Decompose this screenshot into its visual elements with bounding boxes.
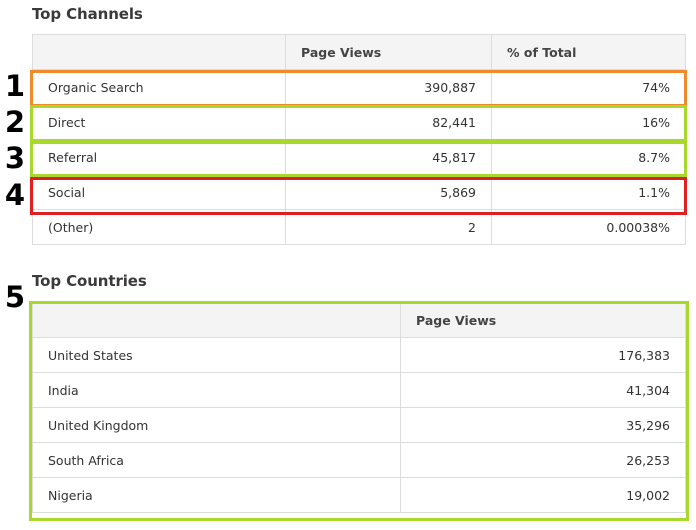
channel-name: Direct xyxy=(32,104,286,140)
channel-name: Social xyxy=(32,174,286,210)
top-countries-title: Top Countries xyxy=(32,272,147,290)
percent-value: 16% xyxy=(491,104,686,140)
percent-value: 0.00038% xyxy=(491,209,686,245)
annotation-marker-4: 4 xyxy=(4,178,26,212)
page-views-value: 45,817 xyxy=(285,139,492,175)
annotation-marker-3: 3 xyxy=(4,141,26,175)
table-row: (Other) 2 0.00038% xyxy=(32,209,686,245)
table-row: Referral 45,817 8.7% xyxy=(32,139,686,175)
page-views-value: 35,296 xyxy=(400,407,686,443)
channel-column-header xyxy=(32,34,286,70)
page-views-value: 41,304 xyxy=(400,372,686,408)
country-name: South Africa xyxy=(32,442,401,478)
percent-value: 1.1% xyxy=(491,174,686,210)
page-views-value: 19,002 xyxy=(400,477,686,513)
annotation-marker-2: 2 xyxy=(4,105,26,139)
top-channels-table: Page Views % of Total Organic Search 390… xyxy=(32,34,686,245)
page-views-column-header: Page Views xyxy=(400,302,686,338)
percent-of-total-column-header: % of Total xyxy=(491,34,686,70)
percent-value: 8.7% xyxy=(491,139,686,175)
table-header-row: Page Views xyxy=(32,302,686,338)
top-countries-table: Page Views United States 176,383 India 4… xyxy=(32,302,686,513)
page-views-column-header: Page Views xyxy=(285,34,492,70)
country-name: Nigeria xyxy=(32,477,401,513)
page-views-value: 82,441 xyxy=(285,104,492,140)
country-name: United Kingdom xyxy=(32,407,401,443)
table-row: Social 5,869 1.1% xyxy=(32,174,686,210)
page-views-value: 26,253 xyxy=(400,442,686,478)
channel-name: Organic Search xyxy=(32,69,286,105)
country-name: India xyxy=(32,372,401,408)
page-views-value: 176,383 xyxy=(400,337,686,373)
country-column-header xyxy=(32,302,401,338)
table-row: Organic Search 390,887 74% xyxy=(32,69,686,105)
table-row: United States 176,383 xyxy=(32,337,686,373)
channel-name: Referral xyxy=(32,139,286,175)
page-views-value: 5,869 xyxy=(285,174,492,210)
table-header-row: Page Views % of Total xyxy=(32,34,686,70)
table-row: Nigeria 19,002 xyxy=(32,477,686,513)
table-row: India 41,304 xyxy=(32,372,686,408)
table-row: Direct 82,441 16% xyxy=(32,104,686,140)
table-row: South Africa 26,253 xyxy=(32,442,686,478)
page-views-value: 390,887 xyxy=(285,69,492,105)
page-views-value: 2 xyxy=(285,209,492,245)
percent-value: 74% xyxy=(491,69,686,105)
annotation-marker-5: 5 xyxy=(4,280,26,314)
table-row: United Kingdom 35,296 xyxy=(32,407,686,443)
country-name: United States xyxy=(32,337,401,373)
annotation-marker-1: 1 xyxy=(4,69,26,103)
top-channels-title: Top Channels xyxy=(32,5,143,23)
channel-name: (Other) xyxy=(32,209,286,245)
